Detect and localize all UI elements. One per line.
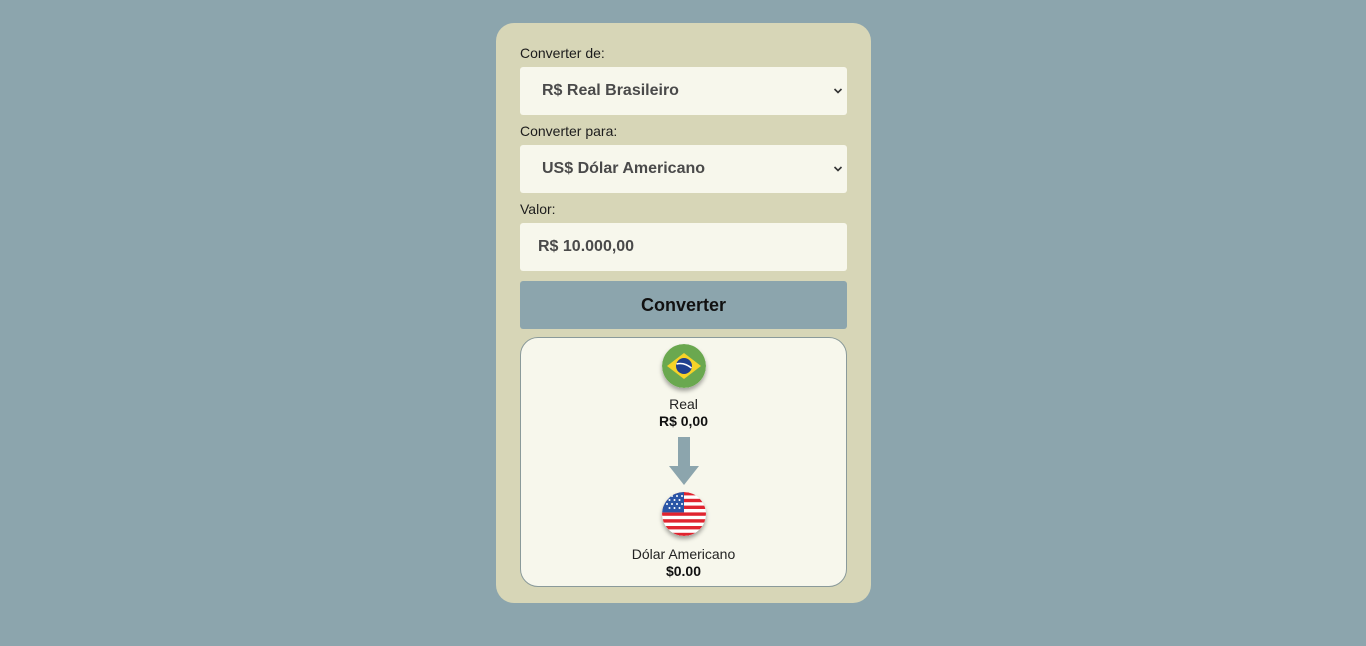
- from-currency-selected: R$ Real Brasileiro: [542, 82, 679, 99]
- result-panel: Real R$ 0,00 Dólar Americano $0.00: [520, 337, 847, 587]
- to-currency-name: Dólar Americano: [631, 546, 736, 562]
- to-currency-select[interactable]: US$ Dólar Americano: [520, 145, 847, 193]
- brazil-flag-icon: [661, 344, 706, 388]
- convert-button[interactable]: Converter: [520, 281, 847, 329]
- chevron-down-icon: [833, 88, 843, 94]
- to-currency-selected: US$ Dólar Americano: [542, 160, 706, 177]
- to-currency-value: $0.00: [665, 563, 702, 579]
- chevron-down-icon: [833, 166, 843, 172]
- from-currency-select[interactable]: R$ Real Brasileiro: [520, 67, 847, 115]
- arrow-down-icon: [668, 437, 699, 485]
- usa-flag-icon: [661, 492, 706, 536]
- from-currency-name: Real: [669, 396, 698, 412]
- to-label: Converter para:: [520, 123, 618, 139]
- value-label: Valor:: [520, 201, 556, 217]
- from-label: Converter de:: [520, 45, 605, 61]
- value-input[interactable]: R$ 10.000,00: [520, 223, 847, 271]
- converter-card: Converter de: R$ Real Brasileiro Convert…: [496, 23, 871, 603]
- from-currency-value: R$ 0,00: [658, 413, 709, 429]
